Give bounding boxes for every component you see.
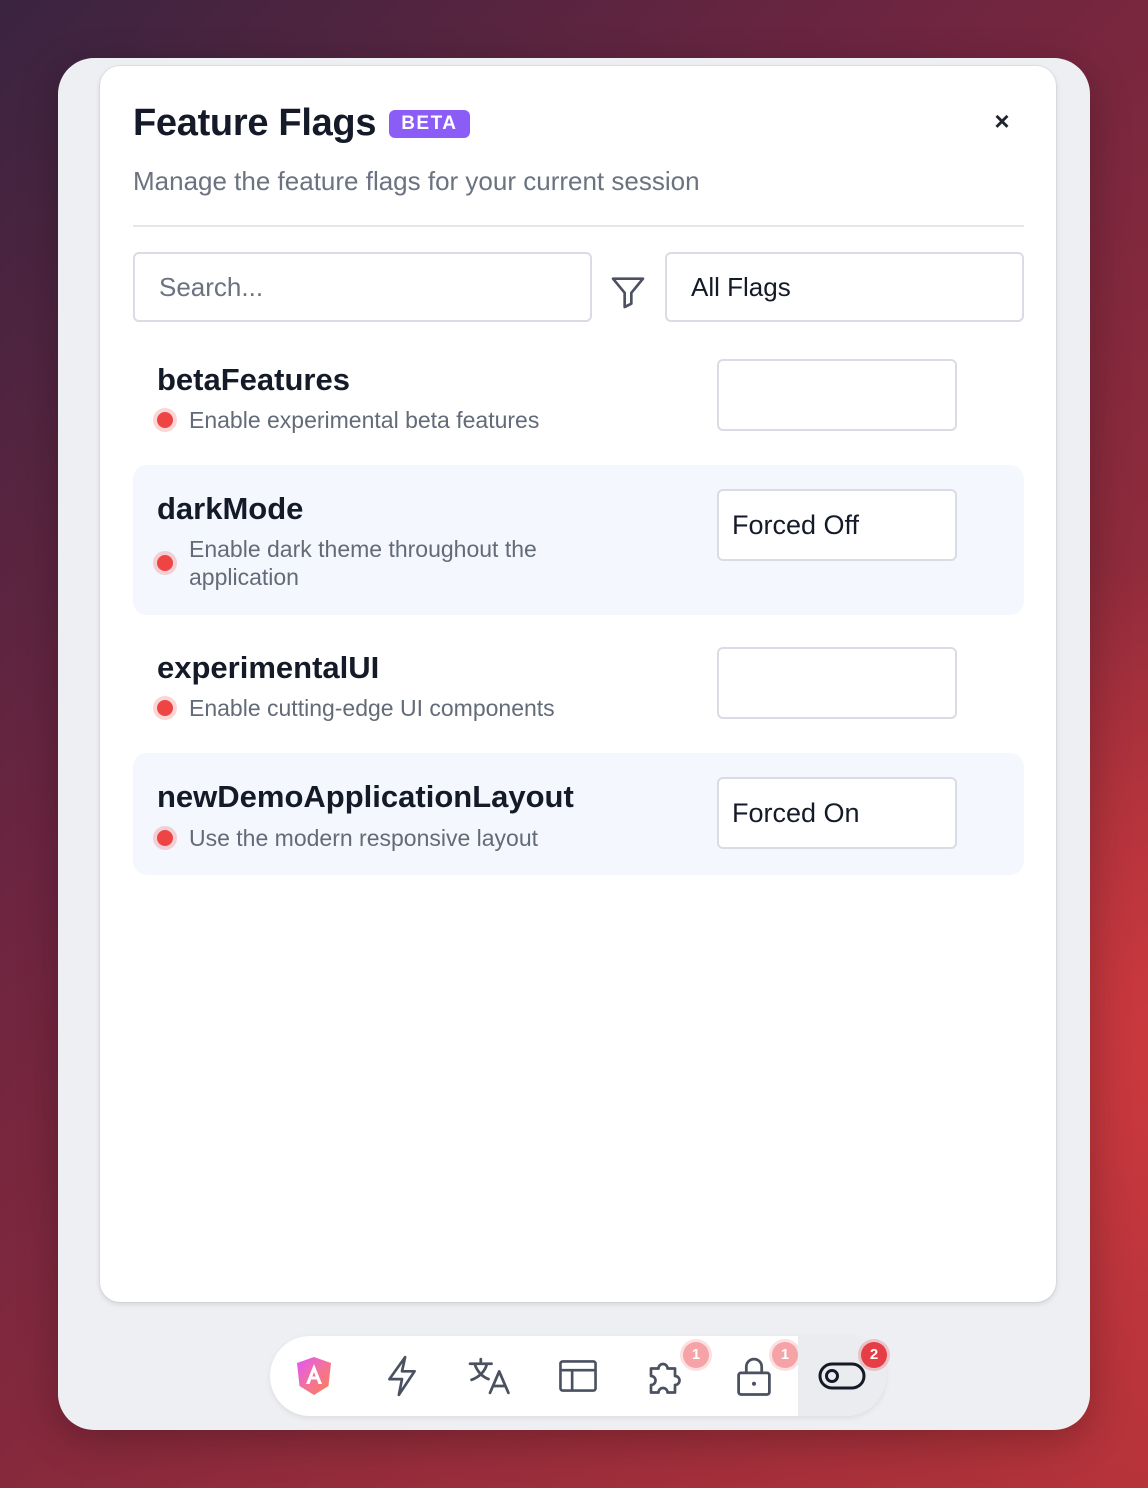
toolbar-performance-button[interactable] — [358, 1336, 446, 1416]
flag-state-select[interactable]: Forced Off — [717, 489, 957, 561]
flag-state-value: Forced Off — [732, 509, 860, 540]
puzzle-icon — [649, 1362, 681, 1394]
status-dot — [157, 412, 173, 428]
notification-badge: 2 — [861, 1342, 887, 1368]
flag-description: Use the modern responsive layout — [189, 825, 539, 851]
divider — [133, 225, 1024, 227]
flag-row-experimentalui: experimentalUI Enable cutting-edge UI co… — [133, 623, 1024, 743]
filter-select-value: All Flags — [691, 271, 791, 302]
beta-badge: BETA — [389, 109, 470, 138]
status-dot — [157, 555, 173, 571]
toolbar-feature-flags-button[interactable]: 2 — [798, 1336, 887, 1416]
status-dot — [157, 700, 173, 716]
notification-badge: 1 — [772, 1342, 798, 1368]
toolbar-angular-button[interactable] — [270, 1336, 358, 1416]
toolbar-layout-button[interactable] — [534, 1336, 622, 1416]
flag-description: Enable cutting-edge UI components — [189, 695, 555, 721]
flag-row-darkmode: darkMode Enable dark theme throughout th… — [133, 465, 1024, 615]
flag-state-select[interactable]: Forced On — [717, 777, 957, 849]
panel-title: Feature Flags — [133, 102, 377, 144]
flag-name: experimentalUI — [157, 650, 380, 685]
toggle-icon — [818, 1362, 866, 1390]
notification-badge: 1 — [683, 1342, 709, 1368]
panel-subtitle: Manage the feature flags for your curren… — [133, 166, 700, 196]
feature-flags-panel: Feature Flags BETA × Manage the feature … — [100, 66, 1056, 1302]
flag-name: darkMode — [157, 491, 304, 526]
toolbar-plugins-button[interactable]: 1 — [622, 1336, 710, 1416]
title-row: Feature Flags BETA — [133, 102, 470, 145]
filter-icon — [611, 277, 645, 309]
flag-state-value: Forced On — [732, 797, 860, 828]
flag-name: betaFeatures — [157, 362, 350, 397]
status-dot — [157, 830, 173, 846]
translate-icon — [468, 1357, 510, 1395]
flag-state-select[interactable] — [717, 647, 957, 719]
filter-select[interactable]: All Flags — [665, 252, 1024, 322]
flag-name: newDemoApplicationLayout — [157, 779, 574, 814]
lock-icon — [737, 1357, 771, 1396]
lightning-icon — [388, 1355, 416, 1397]
flag-description: Enable experimental beta features — [189, 407, 540, 433]
search-input[interactable] — [133, 252, 592, 322]
toolbar-i18n-button[interactable] — [446, 1336, 534, 1416]
toolbar-security-button[interactable]: 1 — [710, 1336, 798, 1416]
devtools-toolbar: 1 1 2 — [270, 1336, 887, 1416]
flag-description: Enable dark theme throughout the applica… — [189, 536, 537, 590]
close-button[interactable]: × — [990, 106, 1014, 136]
flag-row-betafeatures: betaFeatures Enable experimental beta fe… — [133, 348, 1024, 468]
flag-state-select[interactable] — [717, 359, 957, 431]
layout-icon — [559, 1360, 597, 1392]
angular-logo-icon — [297, 1357, 331, 1395]
flag-row-newdemoapplicationlayout: newDemoApplicationLayout Use the modern … — [133, 753, 1024, 875]
